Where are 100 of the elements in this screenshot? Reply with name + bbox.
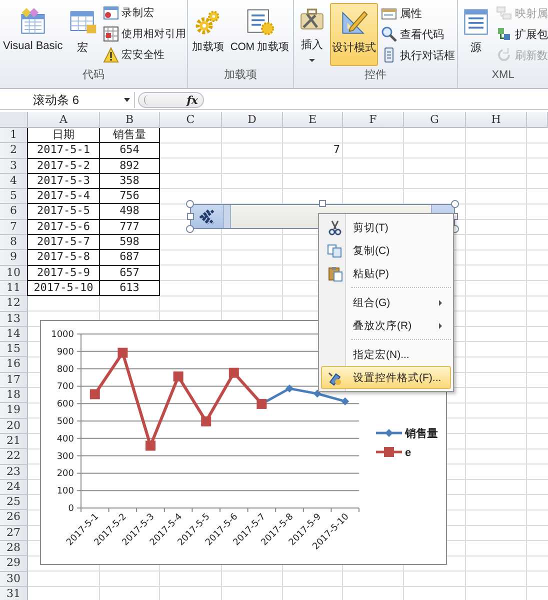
copy-icon — [327, 242, 343, 258]
package-icon — [496, 26, 512, 42]
axis-label: 0 — [68, 504, 74, 514]
row-header[interactable]: 26 — [0, 510, 28, 526]
scroll-left-button[interactable] — [191, 205, 224, 228]
ribbon-button[interactable]: 宏安全性 — [100, 45, 187, 65]
scissors-icon — [327, 220, 343, 236]
row-header[interactable]: 10 — [0, 266, 28, 281]
row-header[interactable]: 30 — [0, 572, 28, 587]
ribbon-button[interactable]: 执行对话框 — [379, 45, 457, 65]
row-header[interactable]: 6 — [0, 204, 28, 220]
row-header[interactable]: 3 — [0, 158, 28, 174]
submenu-arrow-icon — [439, 300, 442, 306]
row-header[interactable]: 14 — [0, 326, 28, 342]
column-header[interactable]: B — [100, 112, 160, 128]
row-header[interactable]: 25 — [0, 495, 28, 510]
data-point — [201, 416, 212, 426]
column-header[interactable]: F — [343, 112, 404, 128]
menu-item[interactable]: 粘贴(P) — [321, 262, 451, 285]
ribbon-button[interactable]: 源 — [459, 3, 493, 66]
row-header[interactable]: 4 — [0, 174, 28, 190]
row-header[interactable]: 28 — [0, 541, 28, 556]
column-header[interactable]: A — [28, 112, 100, 128]
axis-label: 400 — [56, 434, 74, 444]
ribbon-button[interactable]: 查看代码 — [379, 24, 457, 44]
column-header[interactable]: C — [160, 112, 222, 128]
ribbon-button[interactable]: 录制宏 — [100, 3, 187, 23]
data-point — [90, 389, 100, 400]
row-header[interactable]: 12 — [0, 296, 28, 312]
ribbon-button[interactable]: 宏 — [66, 3, 100, 66]
ribbon-button[interactable]: 扩展包 — [494, 24, 548, 44]
table-cell: 358 — [100, 174, 160, 190]
row-header[interactable]: 7 — [0, 220, 28, 236]
row-header[interactable]: 29 — [0, 556, 28, 572]
column-header[interactable]: G — [404, 112, 466, 128]
record-icon — [102, 5, 119, 21]
legend-label: e — [405, 447, 412, 459]
row-header[interactable]: 9 — [0, 250, 28, 266]
legend-line-icon — [376, 447, 402, 457]
table-cell: 2017-5-3 — [27, 174, 100, 190]
row-header[interactable]: 31 — [0, 586, 28, 600]
format-icon — [327, 370, 343, 386]
row-header[interactable]: 5 — [0, 189, 28, 204]
table-cell: 892 — [100, 158, 160, 174]
ribbon-button[interactable]: 插入 — [295, 3, 329, 66]
row-header[interactable]: 24 — [0, 480, 28, 496]
menu-item[interactable]: 组合(G) — [321, 291, 451, 314]
table-cell: 日期 — [27, 128, 100, 144]
dropdown-arrow-icon[interactable] — [124, 98, 130, 102]
warning-icon — [102, 47, 119, 63]
menu-item[interactable]: 指定宏(N)... — [321, 343, 451, 366]
data-point — [256, 398, 267, 409]
row-header[interactable]: 18 — [0, 388, 28, 404]
menu-item[interactable]: 设置控件格式(F)... — [321, 366, 451, 389]
table-cell: 498 — [100, 204, 160, 220]
name-box[interactable]: 滚动条 6 — [0, 92, 135, 108]
row-header[interactable]: 1 — [0, 128, 28, 144]
axis-label: 100 — [56, 486, 74, 497]
row-header[interactable]: 23 — [0, 464, 28, 480]
ribbon-button[interactable]: 属性 — [379, 3, 457, 23]
data-point — [173, 371, 184, 382]
insert-function-button[interactable]: fx — [186, 94, 198, 106]
column-header[interactable]: E — [283, 112, 343, 128]
table-cell: 756 — [100, 189, 160, 204]
row-header[interactable]: 16 — [0, 357, 28, 373]
ribbon-button[interactable]: COM 加载项 — [228, 3, 292, 66]
axis-label: 900 — [56, 347, 74, 358]
data-point — [228, 368, 239, 378]
menu-item[interactable]: 复制(C) — [321, 239, 451, 262]
axis-label: 800 — [56, 364, 74, 375]
column-header[interactable]: H — [466, 112, 527, 128]
column-header[interactable]: D — [222, 112, 283, 128]
row-header[interactable]: 2 — [0, 143, 28, 159]
axis-label: 200 — [56, 469, 74, 480]
table-cell: 2017-5-7 — [27, 235, 100, 250]
row-header[interactable]: 13 — [0, 312, 28, 327]
row-header[interactable]: 11 — [0, 280, 28, 296]
row-header[interactable]: 20 — [0, 418, 28, 434]
menu-item[interactable]: 剪切(T) — [321, 216, 451, 239]
row-header[interactable]: 17 — [0, 372, 28, 388]
selection-handle[interactable] — [319, 200, 326, 207]
ribbon-button[interactable]: Visual Basic — [1, 3, 65, 66]
row-header[interactable]: 19 — [0, 403, 28, 419]
ribbon-button[interactable]: 加载项 — [190, 3, 226, 66]
data-point — [286, 384, 294, 392]
row-header[interactable]: 8 — [0, 235, 28, 250]
table-cell: 613 — [100, 280, 160, 296]
table-cell: 598 — [100, 235, 160, 250]
ribbon-button[interactable]: 设计模式 — [330, 3, 378, 66]
row-header[interactable]: 21 — [0, 434, 28, 450]
table-cell: 2017-5-2 — [27, 158, 100, 174]
axis-label: 700 — [56, 382, 74, 392]
row-header[interactable]: 27 — [0, 526, 28, 542]
scroll-thumb[interactable] — [224, 205, 231, 228]
refresh-icon — [496, 47, 512, 63]
ribbon-button[interactable]: 使用相对引用 — [100, 24, 187, 44]
row-header[interactable]: 15 — [0, 342, 28, 358]
menu-item[interactable]: 叠放次序(R) — [321, 314, 451, 337]
table-cell: 销售量 — [100, 128, 160, 144]
row-header[interactable]: 22 — [0, 449, 28, 465]
